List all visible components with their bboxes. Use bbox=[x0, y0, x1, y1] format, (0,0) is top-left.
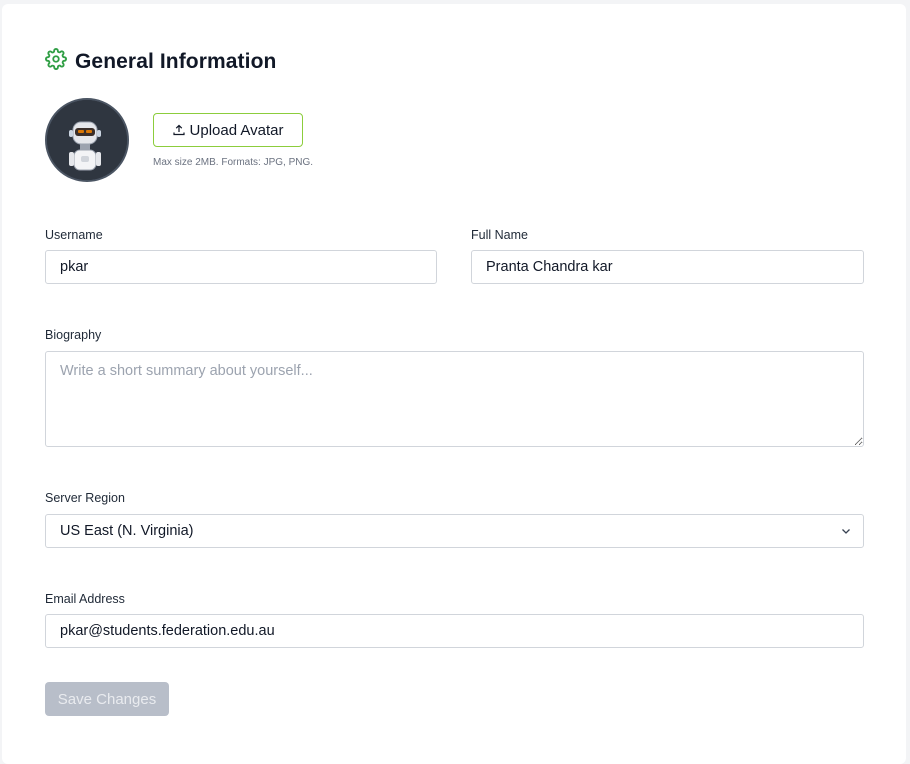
upload-avatar-button[interactable]: Upload Avatar bbox=[153, 113, 303, 147]
chevron-down-icon bbox=[842, 529, 850, 534]
biography-textarea[interactable] bbox=[45, 351, 864, 447]
username-label: Username bbox=[45, 228, 103, 242]
section-title: General Information bbox=[75, 50, 277, 73]
section-header: General Information bbox=[45, 48, 277, 74]
avatar bbox=[45, 98, 129, 182]
robot-avatar-image bbox=[47, 100, 127, 180]
settings-card: General Information Upload Avatar Max si… bbox=[2, 4, 906, 764]
server-region-value: US East (N. Virginia) bbox=[60, 523, 194, 539]
server-region-select[interactable]: US East (N. Virginia) bbox=[45, 514, 864, 548]
upload-icon bbox=[172, 124, 185, 136]
full-name-input[interactable] bbox=[471, 250, 864, 284]
avatar-hint: Max size 2MB. Formats: JPG, PNG. bbox=[153, 157, 314, 168]
upload-avatar-label: Upload Avatar bbox=[189, 121, 284, 139]
email-input[interactable] bbox=[45, 614, 864, 648]
username-input[interactable] bbox=[45, 250, 437, 284]
full-name-label: Full Name bbox=[471, 228, 528, 242]
email-label: Email Address bbox=[45, 592, 125, 606]
biography-label: Biography bbox=[45, 328, 102, 342]
save-changes-button[interactable]: Save Changes bbox=[45, 682, 169, 716]
server-region-label: Server Region bbox=[45, 491, 125, 505]
gear-icon bbox=[45, 48, 67, 70]
